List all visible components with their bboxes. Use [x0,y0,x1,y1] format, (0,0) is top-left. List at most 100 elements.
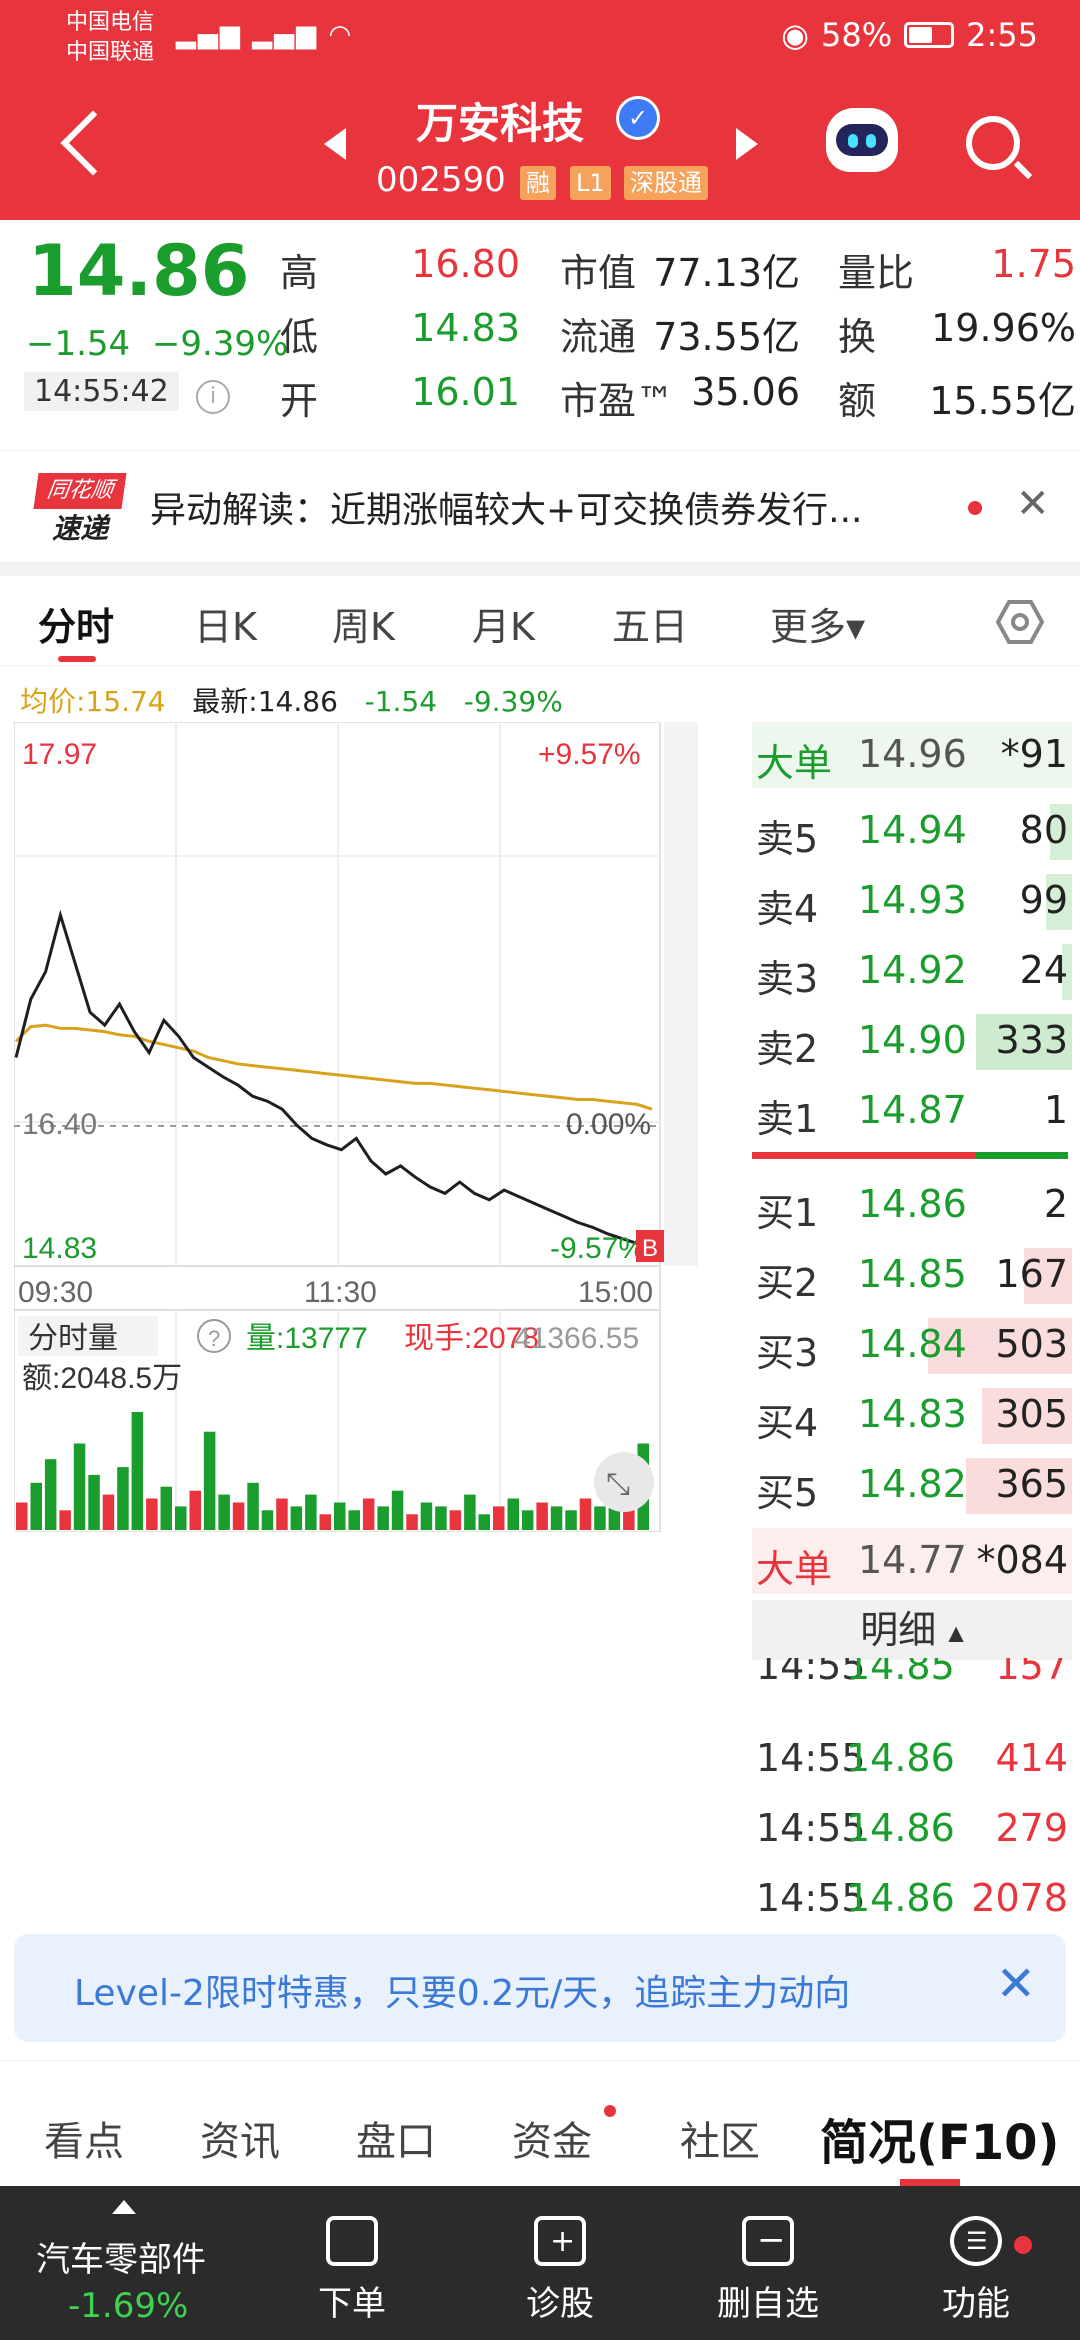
price-change: −1.54 −9.39% [26,324,288,364]
tab-daily-k[interactable]: 日K [194,596,257,651]
caret-up-icon: ▲ [948,1620,964,1645]
tag-level1: L1 [570,166,611,200]
promo-text[interactable]: Level-2限时特惠，只要0.2元/天，追踪主力动向 [74,1964,850,2016]
change-percent: −9.39% [151,324,289,364]
volume-bar [420,1502,433,1530]
back-icon[interactable] [60,110,126,176]
chart-scroll-strip [664,722,698,1266]
tab-market-depth[interactable]: 盘口 [356,2109,436,2167]
ask-row: 卖4 14.93 99 [752,868,1072,934]
prev-stock-icon[interactable] [324,128,346,160]
volume-title: 分时量 [28,1322,118,1355]
tab-five-day[interactable]: 五日 [612,596,688,651]
tab-weekly-k[interactable]: 周K [332,596,395,651]
tab-capital[interactable]: 资金 [512,2109,592,2167]
volume-bar [189,1490,201,1530]
tab-highlights[interactable]: 看点 [44,2109,124,2167]
label-open: 开 [280,379,319,423]
x-tick: 11:30 [304,1276,377,1309]
big-buy-label: 大单 [756,1547,833,1591]
tab-news[interactable]: 资讯 [200,2109,280,2167]
status-bar: 中国电信 中国联通 ▂▄▆ ▂▄▆ ◠ ◉ 58% 2:55 [0,0,1080,80]
value-high: 16.80 [411,242,520,286]
next-stock-icon[interactable] [736,128,758,160]
settings-icon[interactable] [996,598,1044,646]
close-icon[interactable]: ✕ [996,1956,1036,2012]
functions-button[interactable]: ☰ 功能 [916,2216,1036,2325]
x-tick: 09:30 [18,1276,93,1309]
volume-bars [16,1412,649,1530]
big-buy-price: 14.77 [858,1538,967,1582]
tab-intraday[interactable]: 分时 [38,596,114,651]
status-right: ◉ 58% 2:55 [781,16,1038,54]
sector-name[interactable]: 汽车零部件 [36,2232,206,2281]
tick-mid-pct: 0.00% [566,1108,651,1141]
value-low: 14.83 [411,306,520,350]
tick-top-price: 17.97 [22,738,97,771]
chart-legend: 均价:15.74 最新:14.86 -1.54 -9.39% [20,680,563,720]
sector-change: -1.69% [68,2286,189,2326]
volume-bar [276,1498,288,1530]
big-buy-order: 大单 14.77 *084 [752,1528,1072,1594]
volume-bar [146,1498,158,1530]
robot-eye [848,134,858,148]
volume-bar [232,1502,245,1530]
tab-more[interactable]: 更多▾ [770,596,865,651]
nav-bar: 万安科技 ✓ 002590 融 L1 深股通 [0,80,1080,220]
label-amount: 额 [838,379,877,423]
order-book: 大单 14.96 *91 卖5 14.94 80 卖4 14.93 99 卖3 … [748,722,1080,1922]
ask-qty: 99 [1019,878,1068,922]
bottom-nav: 汽车零部件 -1.69% 下单 + 诊股 − 删自选 ☰ 功能 [0,2186,1080,2340]
intraday-chart[interactable]: 17.97 +9.57% 16.40 0.00% 14.83 -9.57% B … [14,722,748,1532]
bid-price: 14.86 [858,1182,967,1226]
section-divider [0,562,1080,576]
tab-monthly-k[interactable]: 月K [472,596,535,651]
tab-community[interactable]: 社区 [680,2109,760,2167]
label-turnover: 换 [838,315,877,359]
level2-promo-banner[interactable]: Level-2限时特惠，只要0.2元/天，追踪主力动向 ✕ [14,1934,1066,2042]
ask-label: 卖1 [756,1097,819,1141]
search-icon[interactable] [966,116,1020,170]
label-float: 流通 [560,315,637,359]
detail-title: 明细 [860,1608,937,1652]
volume-bar [507,1498,519,1530]
robot-assistant-icon[interactable] [826,108,898,172]
ask-price: 14.92 [858,948,967,992]
remove-watchlist-button[interactable]: − 删自选 [708,2216,828,2325]
tick-row: 14:55 14.86 414 [752,1726,1072,1792]
bid-qty: 503 [995,1322,1068,1366]
medical-kit-icon: + [534,2216,586,2266]
close-icon[interactable]: ✕ [1016,481,1050,527]
news-ticker[interactable]: 同花顺 速递 异动解读：近期涨幅较大+可交换债券发行... ✕ [0,450,1080,560]
tick-price: 14.86 [846,1876,955,1920]
ask-qty: 24 [1019,948,1068,992]
ask-qty: 80 [1019,808,1068,852]
volume-bar [493,1506,505,1530]
value-float: 73.55亿 [653,315,800,359]
detail-header[interactable]: 明细 ▲ [752,1600,1072,1660]
big-buy-qty: *084 [976,1538,1068,1582]
verified-icon: ✓ [616,96,660,140]
bid-price: 14.85 [858,1252,967,1296]
robot-eye [866,134,876,148]
legend-change: -1.54 [364,685,438,718]
bid-label: 买5 [756,1471,819,1515]
bid-strength-bar [752,1152,976,1159]
tick-price: 14.85 [846,1658,955,1688]
ask-row: 卖2 14.90 333 [752,1008,1072,1074]
ask-label: 卖2 [756,1027,819,1071]
volume-bar [362,1498,375,1530]
news-headline[interactable]: 异动解读：近期涨幅较大+可交换债券发行... [150,481,863,533]
bid-label: 买4 [756,1401,819,1445]
volume-bar [377,1506,389,1530]
order-label: 下单 [318,2284,386,2324]
tick-row: 14:55 14.86 2078 [752,1866,1072,1932]
info-icon[interactable]: i [196,380,230,414]
ask-row: 卖1 14.87 1 [752,1078,1072,1144]
volume-bar [305,1494,317,1530]
value-volratio: 1.75 [991,242,1076,286]
volume-bar [131,1412,144,1530]
diagnose-button[interactable]: + 诊股 [500,2216,620,2325]
order-button[interactable]: 下单 [292,2216,412,2325]
tab-f10-profile[interactable]: 简况(F10) [820,2103,1059,2173]
